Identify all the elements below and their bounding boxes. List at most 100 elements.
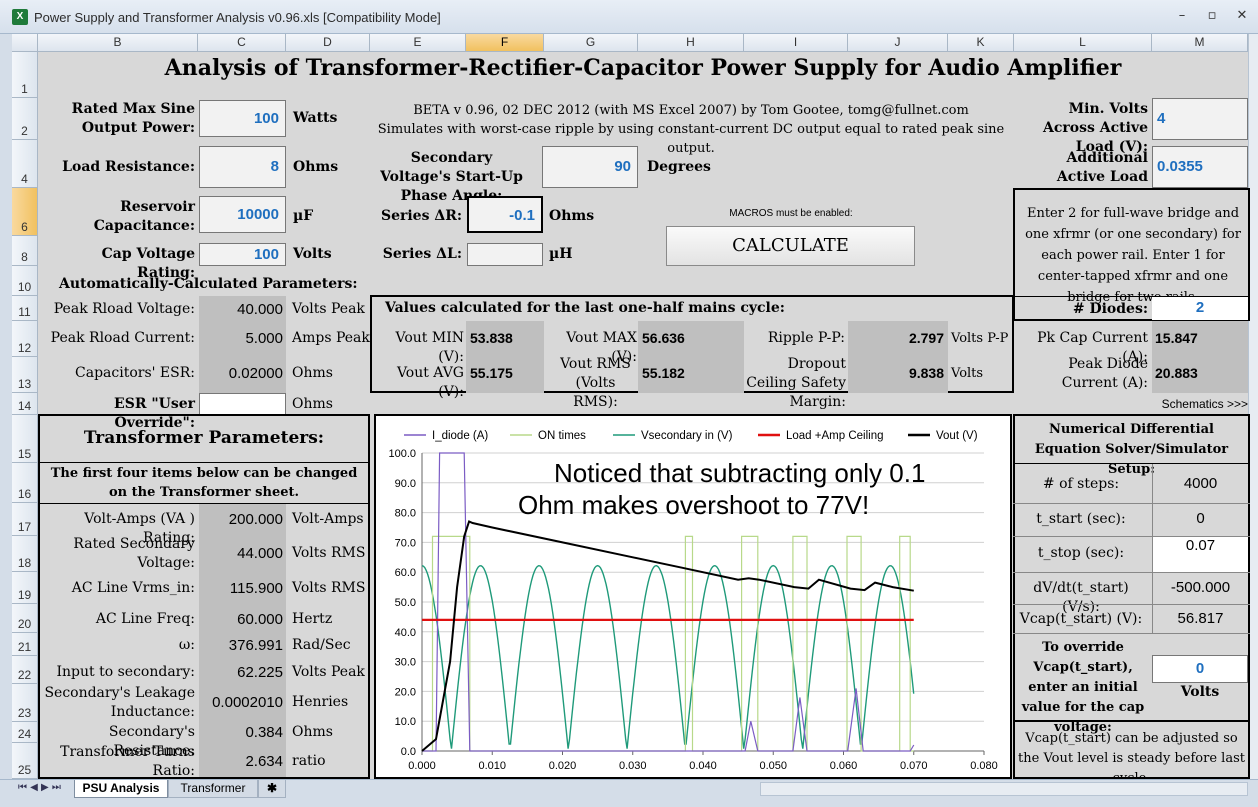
esr-label: Capacitors' ESR: xyxy=(75,365,195,381)
tab-transformer[interactable]: Transformer xyxy=(168,780,258,798)
select-all-corner[interactable] xyxy=(12,34,38,52)
row-header[interactable]: 13 xyxy=(12,357,38,393)
dropout-unit: Volts xyxy=(951,366,984,381)
tab-psu-analysis[interactable]: PSU Analysis xyxy=(74,780,168,798)
column-header-l[interactable]: L xyxy=(1014,34,1152,52)
rated-power-label: Rated Max Sine Output Power: xyxy=(71,101,195,136)
column-header-c[interactable]: C xyxy=(198,34,286,52)
close-button[interactable]: ✕ xyxy=(1230,6,1254,26)
row-header[interactable]: 12 xyxy=(12,321,38,357)
column-header-j[interactable]: J xyxy=(848,34,948,52)
row-header[interactable]: 16 xyxy=(12,463,38,503)
x-tick-label: 0.040 xyxy=(689,760,717,772)
solver-row-value[interactable]: 0.07 xyxy=(1153,537,1248,572)
vout-min-label: Vout MIN (V): xyxy=(395,330,464,365)
row-header[interactable]: 8 xyxy=(12,236,38,266)
row-header[interactable]: 6 xyxy=(12,188,38,236)
row-header[interactable]: 24 xyxy=(12,722,38,743)
window-title: Power Supply and Transformer Analysis v0… xyxy=(34,10,441,25)
column-header-m[interactable]: M xyxy=(1152,34,1248,52)
vout-min-value: 53.838 xyxy=(470,330,513,346)
row-header[interactable]: 17 xyxy=(12,503,38,536)
row-header[interactable]: 11 xyxy=(12,296,38,321)
y-tick-label: 70.0 xyxy=(395,537,416,549)
x-tick-label: 0.080 xyxy=(970,760,998,772)
row-header[interactable]: 18 xyxy=(12,536,38,572)
insert-sheet-icon[interactable]: ✱ xyxy=(258,780,286,798)
phase-angle-input[interactable]: 90 xyxy=(542,146,638,188)
column-header-d[interactable]: D xyxy=(286,34,370,52)
row-header[interactable]: 22 xyxy=(12,656,38,684)
peak-voltage-value: 40.000 xyxy=(237,301,283,318)
esr-override-input[interactable] xyxy=(199,393,286,415)
solver-row-value[interactable]: 4000 xyxy=(1153,475,1248,492)
auto-params-title: Automatically-Calculated Parameters: xyxy=(59,276,358,292)
row-header[interactable]: 20 xyxy=(12,604,38,633)
dropout-value: 9.838 xyxy=(908,365,944,381)
cap-voltage-input[interactable]: 100 xyxy=(199,243,286,266)
tab-scroll-icons[interactable]: ⏮ ◀ ▶ ⏭ xyxy=(18,782,61,793)
y-tick-label: 0.0 xyxy=(401,746,416,758)
series-dl-unit: µH xyxy=(549,246,573,262)
reservoir-capacitance-label: Reservoir Capacitance: xyxy=(93,199,195,234)
row-header[interactable]: 23 xyxy=(12,684,38,722)
pk-diode-label: Peak Diode Current (A): xyxy=(1061,356,1148,391)
calculate-button[interactable]: CALCULATE xyxy=(666,226,915,266)
minimize-button[interactable]: – xyxy=(1170,6,1194,26)
column-header-f[interactable]: F xyxy=(466,34,544,52)
row-header[interactable]: 4 xyxy=(12,140,38,188)
series-dr-label: Series ΔR: xyxy=(380,208,462,224)
column-header-h[interactable]: H xyxy=(638,34,744,52)
diodes-input[interactable]: 2 xyxy=(1152,297,1248,320)
legend-label: ON times xyxy=(538,430,586,442)
reservoir-capacitance-input[interactable]: 10000 xyxy=(199,196,286,233)
series-dr-input[interactable]: -0.1 xyxy=(467,196,543,233)
solver-row-value[interactable]: 56.817 xyxy=(1153,610,1248,627)
y-tick-label: 90.0 xyxy=(395,478,416,490)
x-tick-label: 0.070 xyxy=(900,760,928,772)
divider xyxy=(1013,572,1250,573)
divider xyxy=(1013,720,1250,722)
series-dl-input[interactable] xyxy=(467,243,543,266)
x-tick-label: 0.000 xyxy=(408,760,436,772)
min-volts-input[interactable]: 4 xyxy=(1152,98,1248,140)
peak-voltage-label: Peak Rload Voltage: xyxy=(53,301,195,317)
load-resistance-unit: Ohms xyxy=(293,159,339,175)
waveform-chart-area[interactable]: 0.0 10.0 20.0 30.0 40.0 50.0 60.0 70.0 80.0 90.0 1… xyxy=(374,414,1012,779)
load-resistance-label: Load Resistance: xyxy=(62,159,195,175)
pk-diode-value: 20.883 xyxy=(1155,365,1198,381)
restore-button[interactable]: ▫ xyxy=(1200,6,1224,26)
y-tick-label: 80.0 xyxy=(395,508,416,520)
solver-row-value[interactable]: 0 xyxy=(1153,510,1248,527)
row-header[interactable]: 25 xyxy=(12,743,38,779)
ripple-label: Ripple P-P: xyxy=(767,330,845,346)
column-header-e[interactable]: E xyxy=(370,34,466,52)
transformer-title: Transformer Parameters: xyxy=(83,428,325,448)
on-times-series-line xyxy=(422,535,914,752)
vout-avg-value: 55.175 xyxy=(470,365,513,381)
row-header[interactable]: 2 xyxy=(12,98,38,140)
column-header-b[interactable]: B xyxy=(38,34,198,52)
column-header-k[interactable]: K xyxy=(948,34,1014,52)
row-header[interactable]: 21 xyxy=(12,633,38,656)
column-header-g[interactable]: G xyxy=(544,34,638,52)
column-header-i[interactable]: I xyxy=(744,34,848,52)
additional-current-input[interactable]: 0.0355 xyxy=(1152,146,1248,188)
override-input[interactable]: 0 xyxy=(1152,655,1248,683)
horizontal-scrollbar[interactable] xyxy=(760,782,1248,796)
transformer-row-value: 2.634 xyxy=(245,753,283,770)
row-header[interactable]: 14 xyxy=(12,393,38,415)
transformer-row-unit: Henries xyxy=(292,694,349,710)
row-header[interactable]: 15 xyxy=(12,415,38,463)
load-resistance-input[interactable]: 8 xyxy=(199,146,286,188)
transformer-row-value: 0.384 xyxy=(245,724,283,741)
row-header[interactable]: 19 xyxy=(12,572,38,604)
rated-power-input[interactable]: 100 xyxy=(199,100,286,137)
row-header[interactable]: 1 xyxy=(12,52,38,98)
solver-row-value[interactable]: -500.000 xyxy=(1153,579,1248,596)
transformer-row-unit: Hertz xyxy=(292,611,333,627)
schematics-link[interactable]: Schematics >>> xyxy=(1120,397,1248,411)
y-tick-label: 20.0 xyxy=(395,686,416,698)
transformer-row-unit: Volts RMS xyxy=(292,545,366,561)
row-header[interactable]: 10 xyxy=(12,266,38,296)
